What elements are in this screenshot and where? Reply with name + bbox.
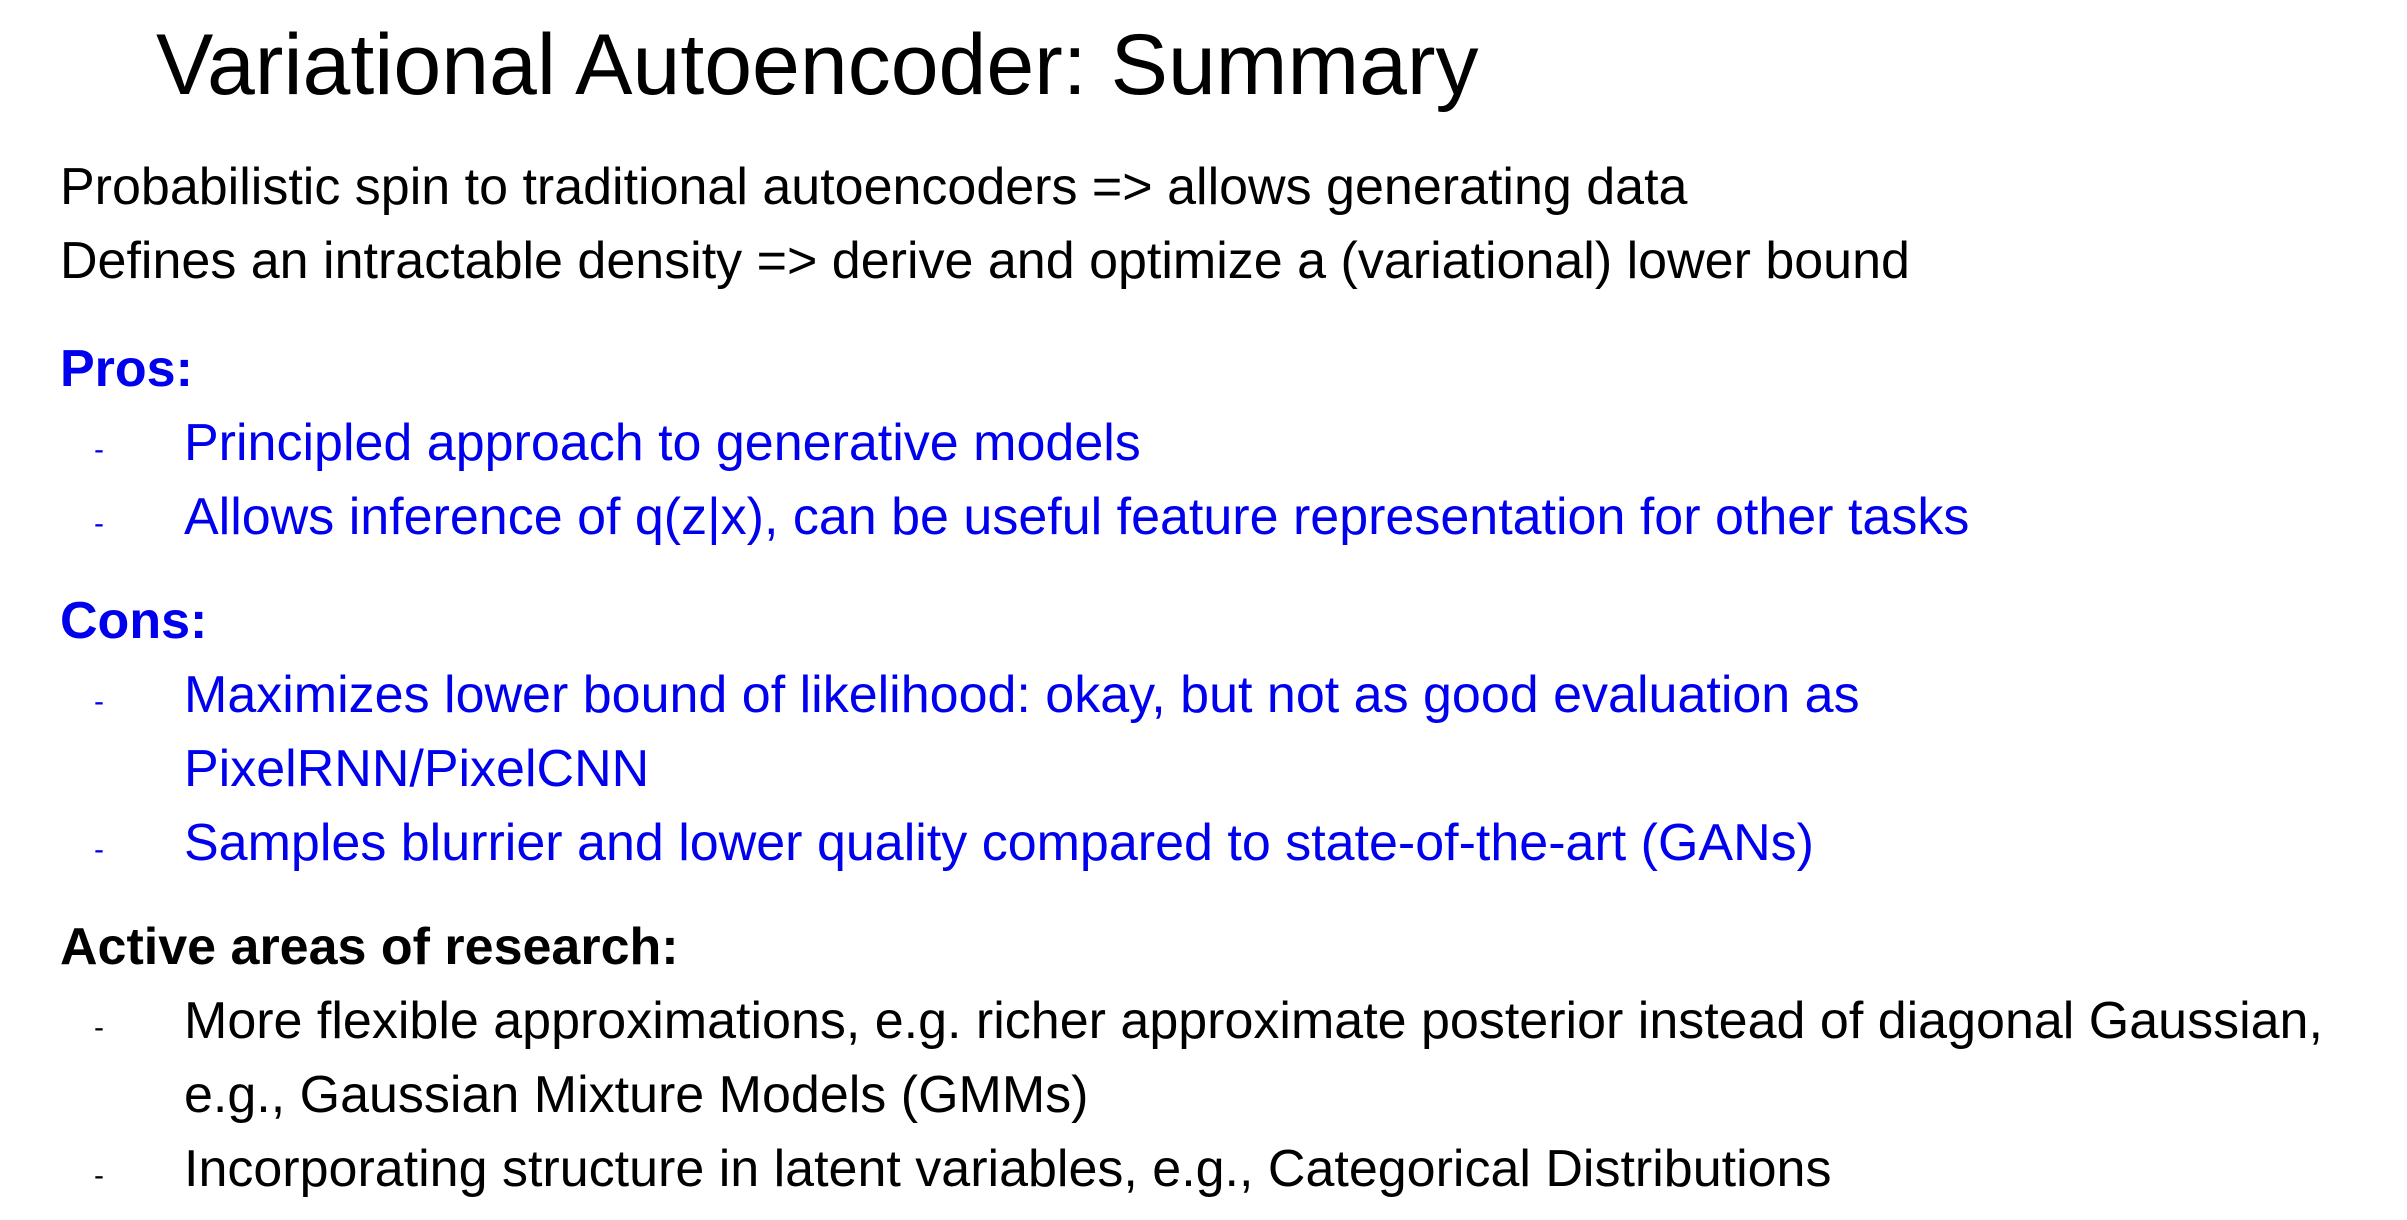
bullet-dash: - bbox=[94, 1159, 104, 1192]
research-section: Active areas of research: - More flexibl… bbox=[60, 910, 2384, 1206]
cons-heading: Cons: bbox=[60, 592, 208, 650]
slide-title: Variational Autoencoder: Summary bbox=[156, 17, 1479, 113]
list-item-text: Incorporating structure in latent variab… bbox=[184, 1140, 1832, 1198]
bullet-dash: - bbox=[94, 507, 104, 540]
pros-heading: Pros: bbox=[60, 340, 193, 398]
slide: Variational Autoencoder: Summary Probabi… bbox=[0, 0, 2407, 1203]
list-item-text: Samples blurrier and lower quality compa… bbox=[184, 814, 1814, 872]
list-item-text: More flexible approximations, e.g. riche… bbox=[184, 992, 2323, 1124]
bullet-dash: - bbox=[94, 833, 104, 866]
list-item: - Samples blurrier and lower quality com… bbox=[60, 806, 2384, 880]
list-item-text: Allows inference of q(z|x), can be usefu… bbox=[184, 488, 1970, 546]
intro-text: Probabilistic spin to traditional autoen… bbox=[60, 150, 1910, 298]
intro-line: Defines an intractable density => derive… bbox=[60, 232, 1910, 290]
bullet-dash: - bbox=[94, 1011, 104, 1044]
pros-section: Pros: - Principled approach to generativ… bbox=[60, 332, 2384, 554]
intro-line: Probabilistic spin to traditional autoen… bbox=[60, 158, 1688, 216]
list-item: - Principled approach to generative mode… bbox=[60, 406, 2384, 480]
list-item: - More flexible approximations, e.g. ric… bbox=[60, 984, 2384, 1132]
list-item: - Incorporating structure in latent vari… bbox=[60, 1132, 2384, 1206]
research-heading: Active areas of research: bbox=[60, 918, 679, 976]
bullet-dash: - bbox=[94, 685, 104, 718]
cons-section: Cons: - Maximizes lower bound of likelih… bbox=[60, 584, 2384, 880]
pros-list: - Principled approach to generative mode… bbox=[60, 406, 2384, 554]
list-item-text: Maximizes lower bound of likelihood: oka… bbox=[184, 666, 1860, 798]
list-item-text: Principled approach to generative models bbox=[184, 414, 1141, 472]
cons-list: - Maximizes lower bound of likelihood: o… bbox=[60, 658, 2384, 880]
list-item: - Maximizes lower bound of likelihood: o… bbox=[60, 658, 2164, 806]
list-item: - Allows inference of q(z|x), can be use… bbox=[60, 480, 2384, 554]
research-list: - More flexible approximations, e.g. ric… bbox=[60, 984, 2384, 1206]
